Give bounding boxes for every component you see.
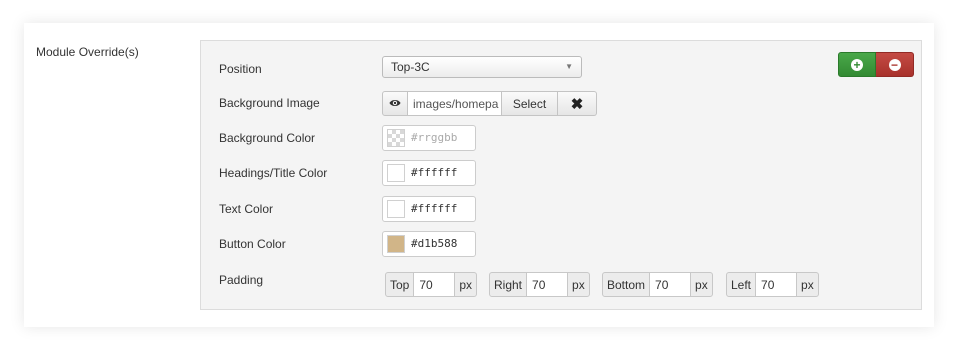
remove-row-button[interactable]: − — [876, 52, 914, 77]
module-override-label: Module Override(s) — [36, 45, 139, 59]
text-color-label: Text Color — [219, 202, 274, 216]
button-color-label: Button Color — [219, 237, 286, 251]
padding-right-label: Right — [489, 272, 528, 297]
headings-color-swatch[interactable] — [387, 164, 405, 182]
clear-image-button[interactable]: ✖ — [558, 91, 597, 116]
select-image-button[interactable]: Select — [502, 91, 558, 116]
headings-color-label: Headings/Title Color — [219, 166, 328, 180]
padding-top-label: Top — [385, 272, 415, 297]
padding-bottom-unit: px — [690, 272, 713, 297]
position-label: Position — [219, 62, 262, 76]
padding-left-group: Left 70 px — [726, 272, 819, 297]
padding-bottom-group: Bottom 70 px — [602, 272, 713, 297]
row-actions: + − — [838, 52, 914, 77]
padding-left-unit: px — [796, 272, 819, 297]
padding-bottom-input[interactable]: 70 — [650, 272, 691, 297]
padding-bottom-label: Bottom — [602, 272, 651, 297]
padding-left-label: Left — [726, 272, 757, 297]
text-color-swatch[interactable] — [387, 200, 405, 218]
minus-circle-icon: − — [888, 58, 901, 71]
eye-icon — [389, 97, 401, 111]
preview-button[interactable] — [382, 91, 408, 116]
padding-right-unit: px — [567, 272, 590, 297]
chevron-down-icon: ▼ — [565, 62, 573, 71]
text-color-input[interactable]: #ffffff — [411, 197, 457, 221]
background-image-field: images/homepa Select ✖ — [382, 91, 597, 116]
padding-top-unit: px — [454, 272, 478, 297]
add-row-button[interactable]: + — [838, 52, 876, 77]
padding-label: Padding — [219, 273, 264, 287]
padding-right-group: Right 70 px — [489, 272, 590, 297]
button-color-swatch[interactable] — [387, 235, 405, 253]
background-color-input[interactable]: #rrggbb — [411, 126, 457, 150]
position-select[interactable]: Top-3C ▼ — [382, 56, 582, 78]
padding-right-input[interactable]: 70 — [527, 272, 568, 297]
position-selected-value: Top-3C — [391, 60, 430, 74]
background-image-input[interactable]: images/homepa — [408, 91, 502, 116]
button-color-input[interactable]: #d1b588 — [411, 232, 457, 256]
padding-top-group: Top 70 px — [385, 272, 478, 297]
headings-color-input[interactable]: #ffffff — [411, 161, 457, 185]
text-color-field[interactable]: #ffffff — [382, 196, 476, 222]
background-color-swatch[interactable] — [387, 129, 405, 147]
background-color-label: Background Color — [219, 131, 316, 145]
headings-color-field[interactable]: #ffffff — [382, 160, 476, 186]
padding-top-input[interactable]: 70 — [414, 272, 455, 297]
padding-left-input[interactable]: 70 — [756, 272, 797, 297]
background-color-field[interactable]: #rrggbb — [382, 125, 476, 151]
plus-circle-icon: + — [851, 58, 863, 71]
background-image-label: Background Image — [219, 96, 320, 110]
close-icon: ✖ — [570, 95, 584, 113]
button-color-field[interactable]: #d1b588 — [382, 231, 476, 257]
